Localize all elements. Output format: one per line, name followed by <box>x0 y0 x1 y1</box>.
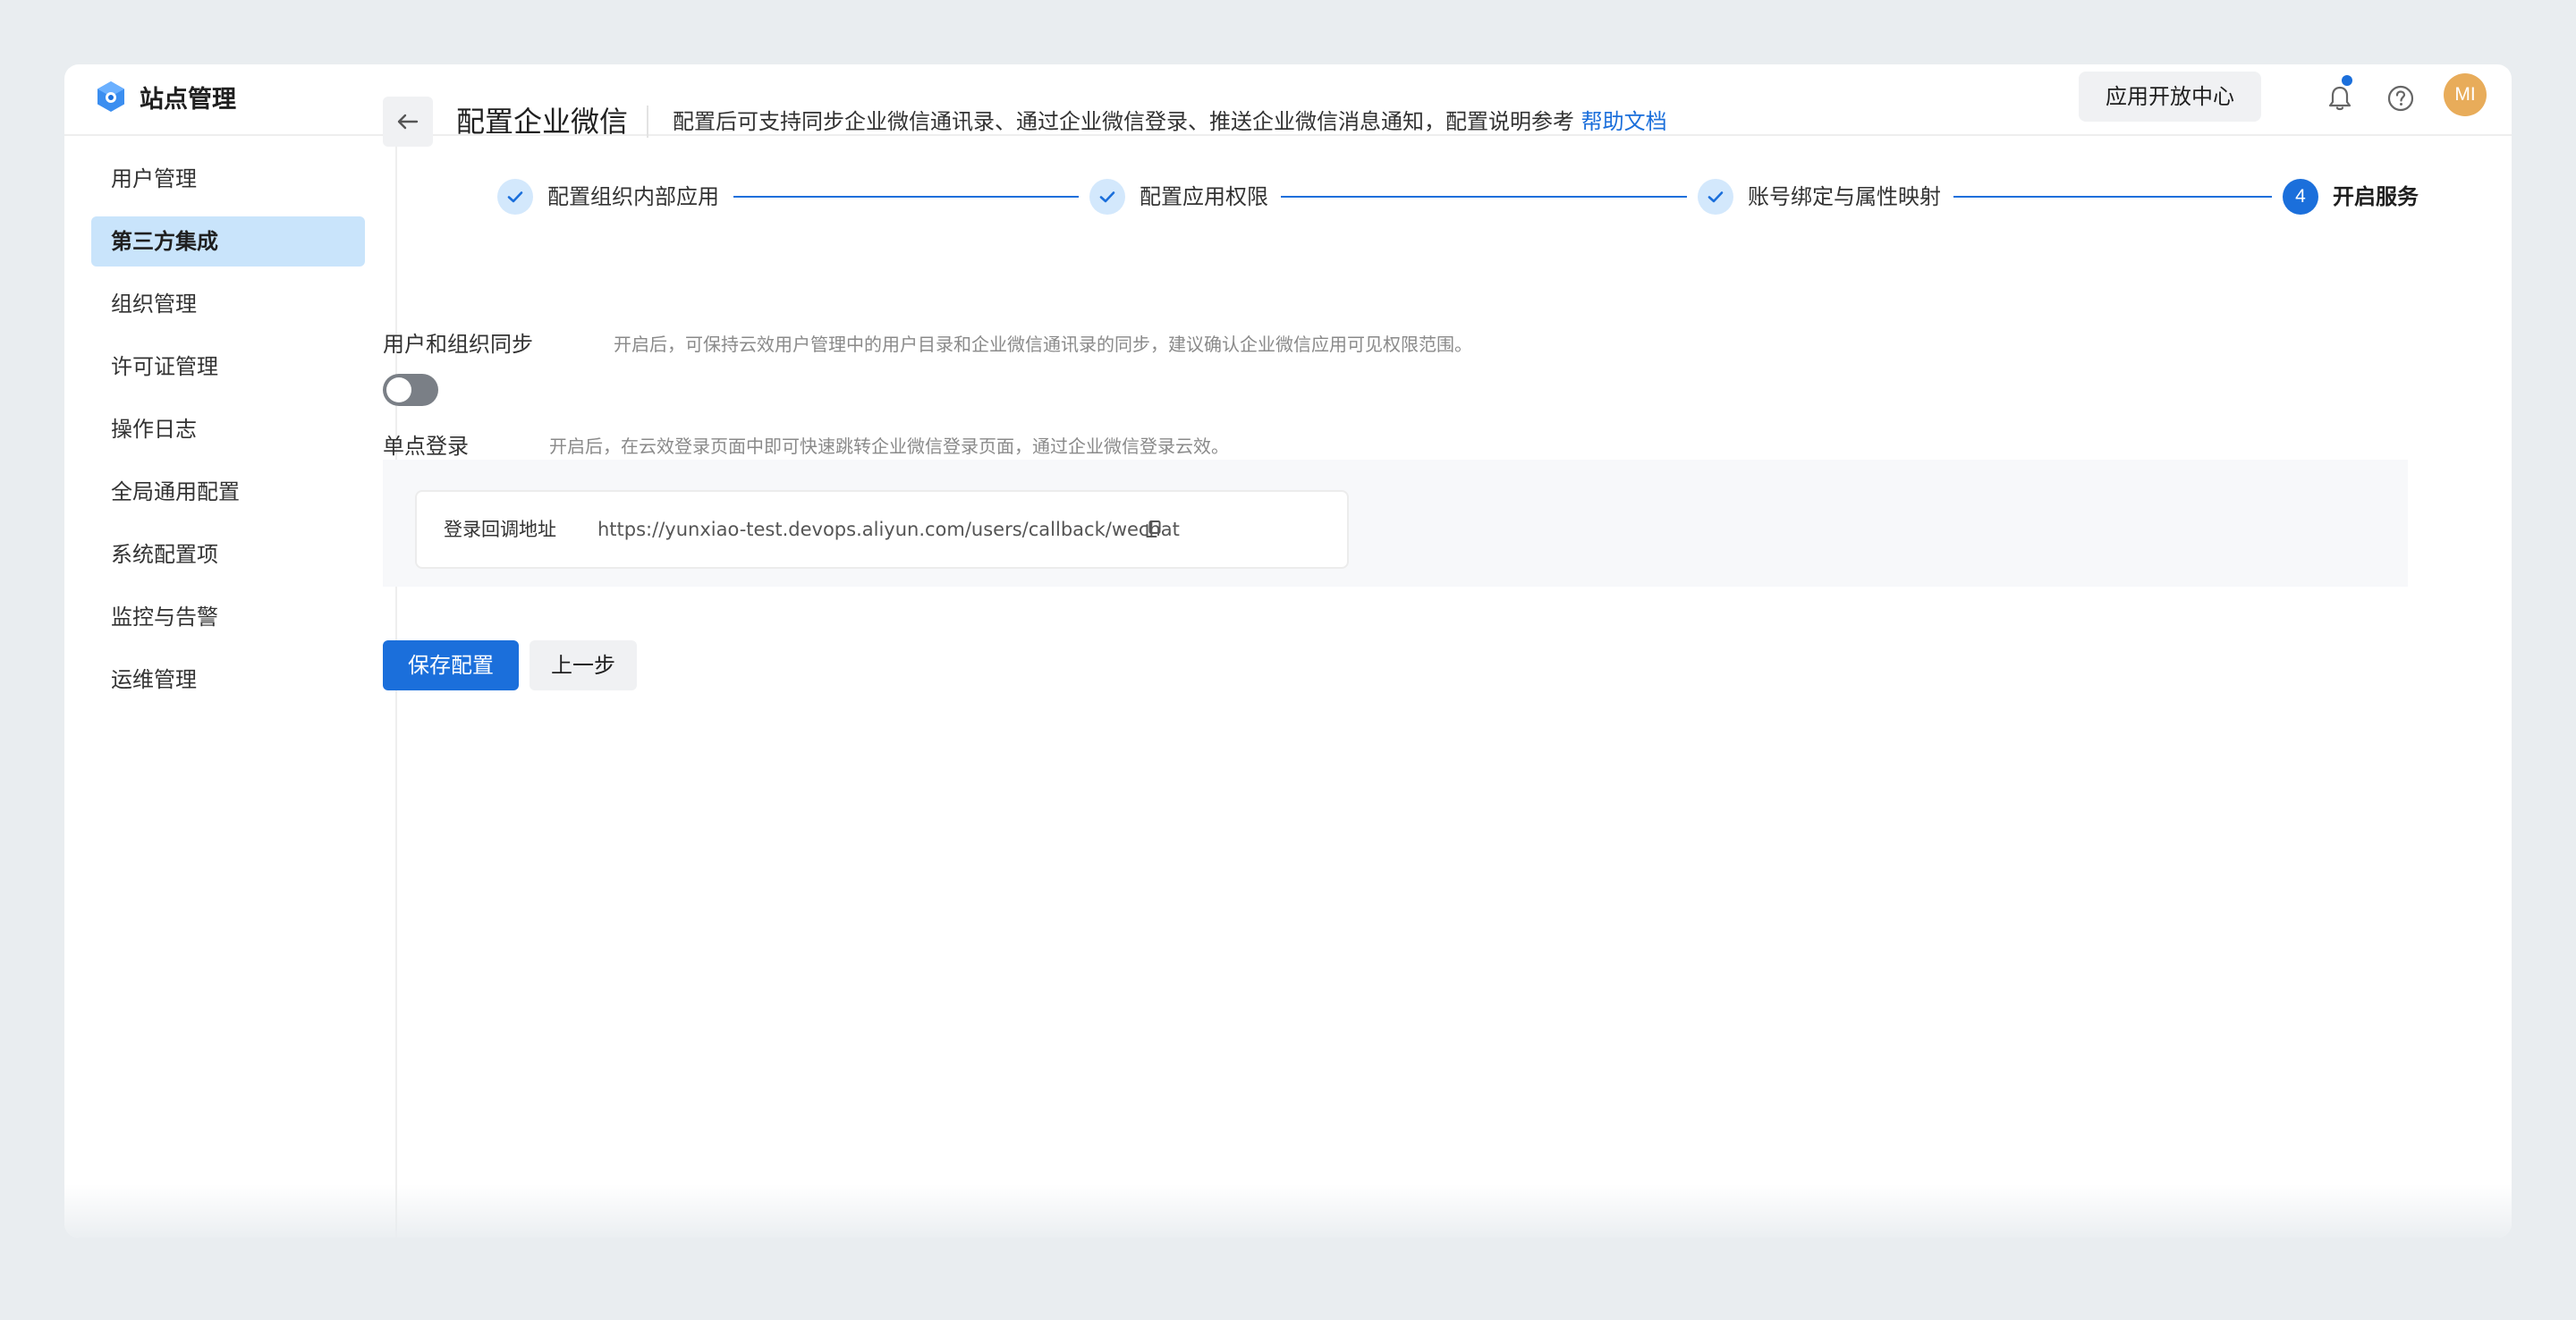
user-avatar[interactable]: MI <box>2444 73 2487 116</box>
sidebar-item-global-config[interactable]: 全局通用配置 <box>91 467 365 517</box>
sync-section-description: 开启后，可保持云效用户管理中的用户目录和企业微信通讯录的同步，建议确认企业微信应… <box>614 334 1472 355</box>
callback-url-value: https://yunxiao-test.devops.aliyun.com/u… <box>597 519 1180 540</box>
sidebar-item-user-management[interactable]: 用户管理 <box>91 154 365 204</box>
save-config-button[interactable]: 保存配置 <box>383 640 519 690</box>
page-description: 配置后可支持同步企业微信通讯录、通过企业微信登录、推送企业微信消息通知，配置说明… <box>673 97 1667 147</box>
sidebar-item-ops-management[interactable]: 运维管理 <box>91 655 365 705</box>
page-title: 配置企业微信 <box>456 105 629 139</box>
step-connector-2 <box>1281 196 1687 198</box>
step-1-check <box>497 179 533 215</box>
step-2-label: 配置应用权限 <box>1140 184 1268 209</box>
window-bottom-fade <box>64 1184 2512 1238</box>
step-connector-1 <box>733 196 1079 198</box>
step-4-number: 4 <box>2283 179 2318 215</box>
sync-toggle[interactable] <box>383 374 438 406</box>
site-title: 站点管理 <box>140 86 236 114</box>
app-open-center-button[interactable]: 应用开放中心 <box>2079 72 2261 122</box>
step-2-check <box>1089 179 1125 215</box>
help-doc-link[interactable]: 帮助文档 <box>1581 109 1667 134</box>
back-button[interactable] <box>383 97 433 147</box>
sso-section-description: 开启后，在云效登录页面中即可快速跳转企业微信登录页面，通过企业微信登录云效。 <box>549 436 1229 457</box>
check-icon <box>1099 191 1115 203</box>
help-icon[interactable] <box>2379 77 2422 120</box>
title-divider <box>647 106 648 138</box>
sidebar: 用户管理 第三方集成 组织管理 许可证管理 操作日志 全局通用配置 系统配置项 … <box>64 136 397 1238</box>
previous-step-button[interactable]: 上一步 <box>530 640 637 690</box>
arrow-left-icon <box>397 114 419 130</box>
callback-url-label: 登录回调地址 <box>444 519 556 540</box>
page-description-text: 配置后可支持同步企业微信通讯录、通过企业微信登录、推送企业微信消息通知，配置说明… <box>673 109 1574 134</box>
sidebar-item-monitoring-alerts[interactable]: 监控与告警 <box>91 592 365 642</box>
notification-badge <box>2342 75 2352 86</box>
sidebar-item-license-management[interactable]: 许可证管理 <box>91 342 365 392</box>
sidebar-item-third-party-integration[interactable]: 第三方集成 <box>91 216 365 267</box>
sync-section-title: 用户和组织同步 <box>383 332 533 357</box>
sso-section-title: 单点登录 <box>383 434 469 459</box>
toggle-knob <box>386 377 411 402</box>
step-1-label: 配置组织内部应用 <box>547 184 719 209</box>
step-3-label: 账号绑定与属性映射 <box>1748 184 1941 209</box>
step-4-label: 开启服务 <box>2333 184 2419 209</box>
sidebar-item-organization-management[interactable]: 组织管理 <box>91 279 365 329</box>
step-connector-3 <box>1953 196 2272 198</box>
step-3-check <box>1698 179 1733 215</box>
check-icon <box>1707 191 1724 203</box>
app-logo-icon <box>97 81 124 112</box>
notification-bell-icon[interactable] <box>2318 77 2361 120</box>
sidebar-item-system-config[interactable]: 系统配置项 <box>91 529 365 580</box>
sidebar-item-operation-log[interactable]: 操作日志 <box>91 404 365 454</box>
check-icon <box>507 191 523 203</box>
copy-icon[interactable] <box>1143 519 1165 540</box>
